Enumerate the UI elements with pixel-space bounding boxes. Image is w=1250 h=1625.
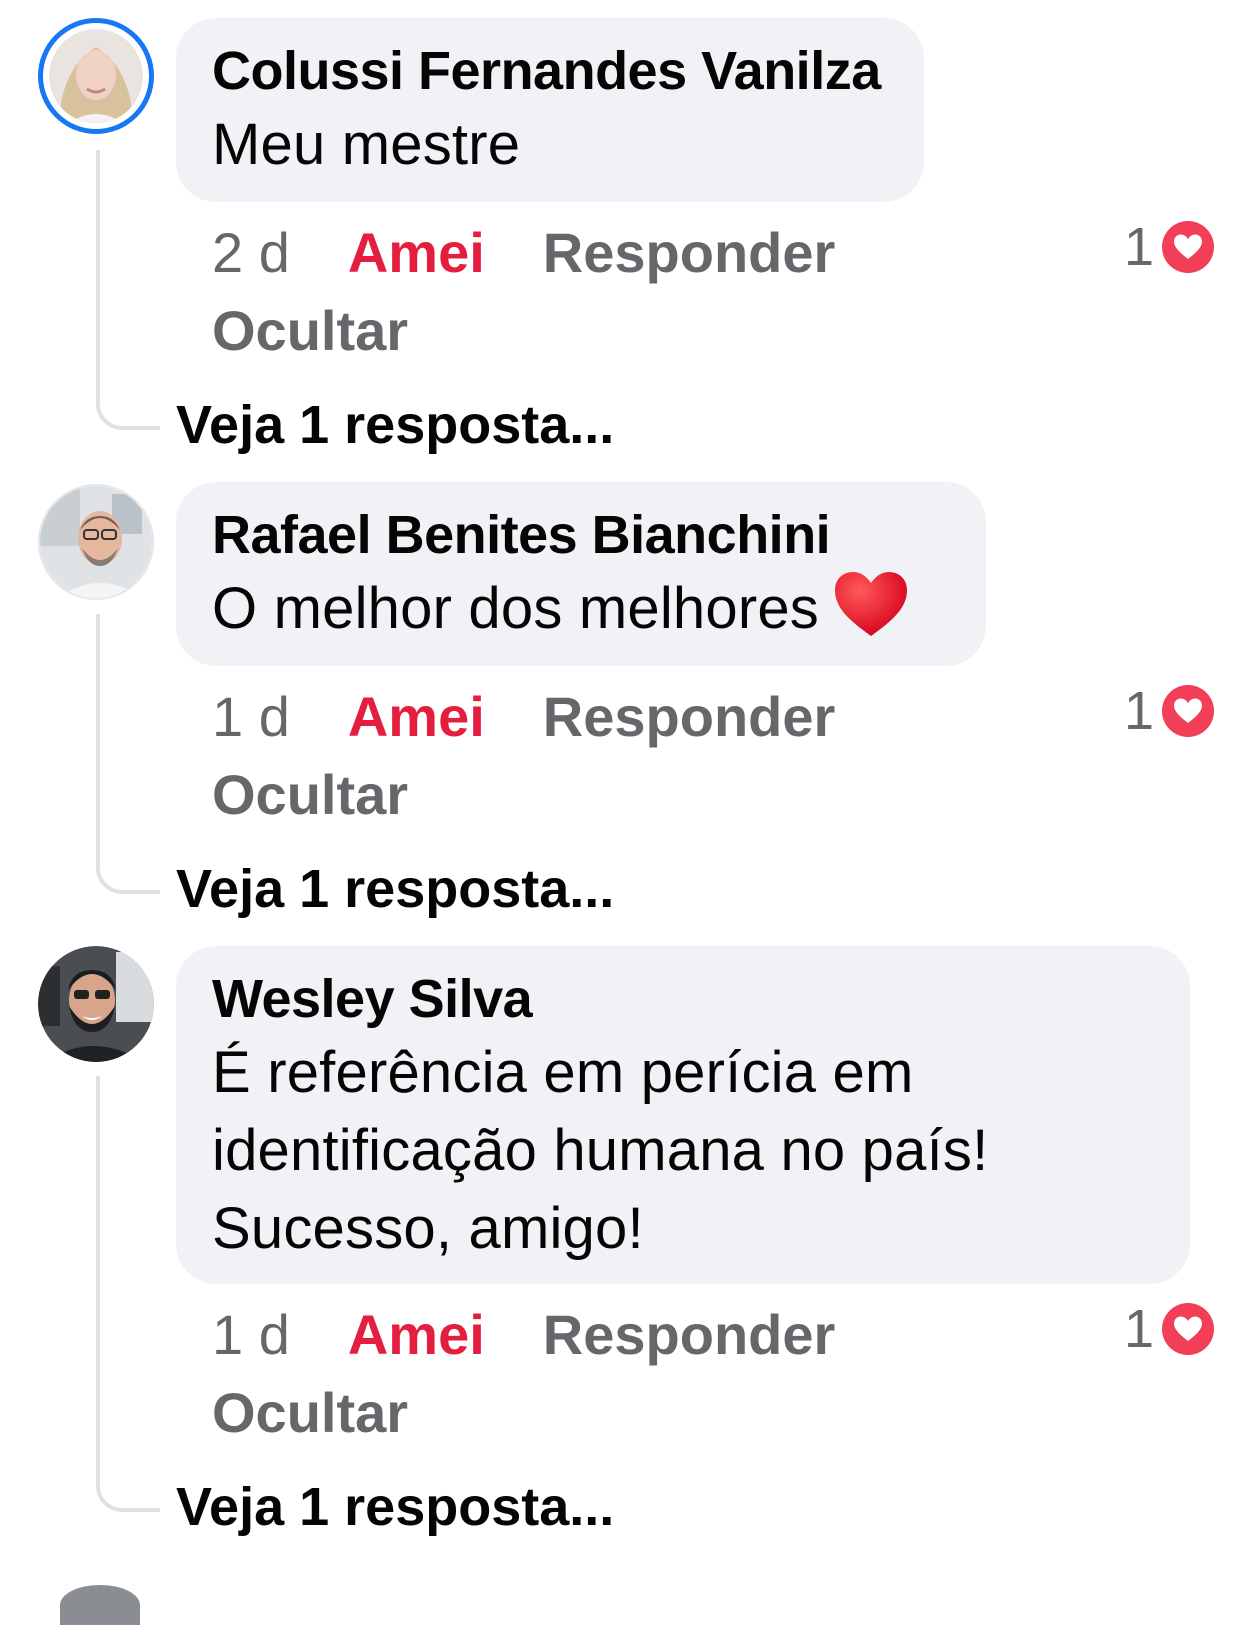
comment-text-line: Sucesso, amigo! [212,1196,644,1261]
comment-actions: 1 d Amei Responder Ocultar [212,678,835,834]
comment-text: É referência em perícia em identificação… [212,1034,1154,1268]
view-replies-link[interactable]: Veja 1 resposta... [176,394,614,456]
comment-text: Meu mestre [212,112,521,177]
comment-actions: 1 d Amei Responder Ocultar [212,1296,835,1452]
comment-author[interactable]: Rafael Benites Bianchini [212,504,950,566]
avatar[interactable] [38,18,154,134]
view-replies-link[interactable]: Veja 1 resposta... [176,1476,614,1538]
love-reaction-button[interactable]: Amei [348,1303,485,1366]
comment-bubble: Wesley Silva É referência em perícia em … [176,946,1190,1284]
reaction-count: 1 [1123,681,1154,741]
comment-text-line: É referência em perícia em [212,1040,914,1105]
profile-photo [40,486,152,598]
hide-button[interactable]: Ocultar [212,756,835,834]
comment-text-content: O melhor dos melhores [212,576,819,641]
comment-timestamp[interactable]: 1 d [212,685,290,748]
comment-author[interactable]: Wesley Silva [212,968,1154,1030]
heart-reaction-icon [1162,685,1214,737]
reply-button[interactable]: Responder [543,1303,836,1366]
red-heart-emoji-icon [833,570,909,658]
reply-button[interactable]: Responder [543,221,836,284]
heart-reaction-icon [1162,1303,1214,1355]
reaction-summary[interactable]: 1 [1124,1298,1214,1360]
profile-photo [38,946,154,1062]
heart-reaction-icon [1162,221,1214,273]
next-comment-avatar[interactable] [60,1585,140,1625]
hide-button[interactable]: Ocultar [212,292,835,370]
comment-text-line: identificação humana no país! [212,1118,989,1183]
love-reaction-button[interactable]: Amei [348,221,485,284]
comment-author[interactable]: Colussi Fernandes Vanilza [212,40,888,102]
reply-button[interactable]: Responder [543,685,836,748]
thread-connector [96,1076,160,1512]
profile-photo [49,29,143,123]
thread-connector [96,150,160,430]
comment-text: O melhor dos melhores [212,570,950,658]
reaction-count: 1 [1123,217,1154,277]
comment-bubble: Colussi Fernandes Vanilza Meu mestre [176,18,924,202]
reaction-summary[interactable]: 1 [1124,680,1214,742]
hide-button[interactable]: Ocultar [212,1374,835,1452]
reaction-count: 1 [1123,1299,1154,1359]
view-replies-link[interactable]: Veja 1 resposta... [176,858,614,920]
love-reaction-button[interactable]: Amei [348,685,485,748]
comment-bubble: Rafael Benites Bianchini O melhor dos me… [176,482,986,666]
avatar[interactable] [38,946,154,1062]
reaction-summary[interactable]: 1 [1124,216,1214,278]
comment-actions: 2 d Amei Responder Ocultar [212,214,835,370]
avatar[interactable] [38,484,154,600]
comment-timestamp[interactable]: 1 d [212,1303,290,1366]
comment-timestamp[interactable]: 2 d [212,221,290,284]
thread-connector [96,614,160,894]
